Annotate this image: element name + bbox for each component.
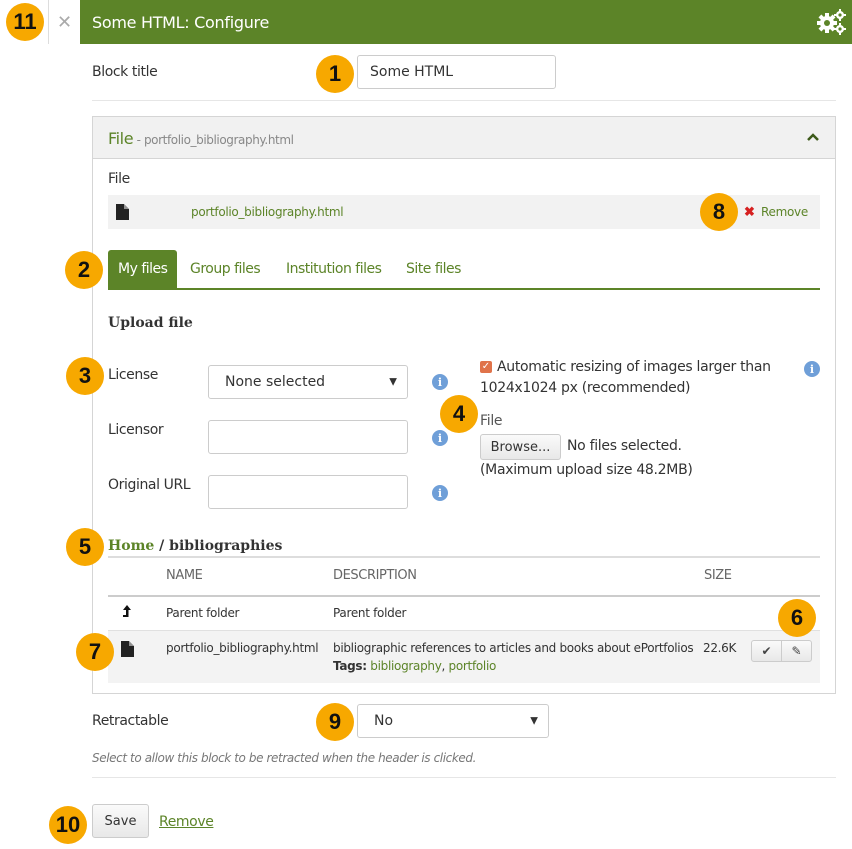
divider: [92, 100, 836, 101]
retractable-label: Retractable: [92, 713, 169, 729]
close-icon: ✕: [56, 11, 73, 33]
breadcrumb-current: bibliographies: [169, 538, 283, 554]
table-header-border: [108, 595, 820, 597]
tag-link[interactable]: bibliography: [370, 659, 442, 673]
tab-my-files[interactable]: My files: [108, 250, 178, 288]
file-panel-header[interactable]: File - portfolio_bibliography.html: [93, 117, 835, 159]
licensor-label: Licensor: [108, 422, 164, 438]
breadcrumb: Home / bibliographies: [108, 538, 283, 554]
file-panel-title: File - portfolio_bibliography.html: [108, 129, 294, 148]
dropdown-arrow-icon: ▼: [530, 715, 538, 727]
callout-badge-1: 1: [316, 55, 354, 93]
info-icon[interactable]: i: [432, 485, 448, 501]
chevron-up-icon[interactable]: [807, 129, 819, 145]
max-upload-size-text: (Maximum upload size 48.2MB): [480, 462, 693, 478]
close-button[interactable]: ✕: [48, 0, 80, 44]
callout-badge-5: 5: [66, 528, 104, 566]
selected-file-label: File: [108, 171, 130, 187]
callout-badge-8: 8: [700, 193, 738, 231]
column-header-description: DESCRIPTION: [333, 568, 417, 583]
file-panel-subtitle: - portfolio_bibliography.html: [133, 133, 294, 147]
tags-label: Tags:: [333, 659, 367, 673]
callout-badge-4: 4: [440, 395, 478, 433]
block-header: Some HTML: Configure: [80, 0, 852, 44]
callout-badge-11: 11: [6, 3, 44, 41]
divider: [92, 777, 836, 778]
licensor-input[interactable]: [208, 420, 408, 454]
remove-block-link[interactable]: Remove: [159, 814, 214, 830]
license-selected-value: None selected: [225, 374, 326, 390]
retractable-help-text: Select to allow this block to be retract…: [92, 751, 477, 765]
save-button[interactable]: Save: [92, 804, 149, 838]
remove-icon[interactable]: ✖: [744, 204, 755, 220]
resize-images-text: Automatic resizing of images larger than: [497, 359, 771, 375]
info-icon[interactable]: i: [804, 361, 820, 377]
parent-folder-link[interactable]: Parent folder: [166, 606, 239, 620]
selected-file-link[interactable]: portfolio_bibliography.html: [191, 205, 344, 219]
resize-images-text-2: 1024x1024 px (recommended): [480, 380, 691, 396]
file-actions: ✔ ✎: [751, 640, 812, 662]
parent-folder-description: Parent folder: [333, 606, 407, 620]
edit-button[interactable]: ✎: [781, 641, 811, 661]
callout-badge-9: 9: [316, 703, 354, 741]
check-icon: ✔: [761, 644, 772, 658]
file-name: portfolio_bibliography.html: [166, 641, 319, 655]
column-header-size: SIZE: [704, 568, 732, 583]
callout-badge-6: 6: [778, 599, 816, 637]
retractable-selected-value: No: [374, 713, 394, 729]
gears-icon[interactable]: [816, 8, 848, 36]
select-button[interactable]: ✔: [752, 641, 781, 661]
file-source-tabs: My files Group files Institution files S…: [108, 250, 820, 290]
block-header-title: Some HTML: Configure: [92, 12, 270, 32]
block-title-value: Some HTML: [370, 64, 454, 80]
resize-images-checkbox[interactable]: ✓: [480, 361, 492, 373]
original-url-label: Original URL: [108, 477, 191, 493]
column-header-name: NAME: [166, 568, 203, 583]
table-top-border: [108, 556, 820, 558]
callout-badge-10: 10: [49, 806, 87, 844]
block-title-input[interactable]: Some HTML: [357, 55, 556, 89]
upload-file-label: File: [480, 413, 503, 429]
remove-file-link[interactable]: Remove: [761, 205, 808, 219]
callout-badge-7: 7: [76, 633, 114, 671]
original-url-input[interactable]: [208, 475, 408, 509]
info-icon[interactable]: i: [432, 430, 448, 446]
breadcrumb-home-link[interactable]: Home: [108, 538, 154, 554]
tab-group-files[interactable]: Group files: [180, 250, 270, 288]
parent-folder-icon: [123, 605, 131, 617]
info-icon[interactable]: i: [432, 374, 448, 390]
file-description: bibliographic references to articles and…: [333, 641, 694, 655]
tab-institution-files[interactable]: Institution files: [276, 250, 391, 288]
dropdown-arrow-icon: ▼: [389, 376, 397, 388]
license-label: License: [108, 367, 158, 383]
pencil-icon: ✎: [791, 644, 802, 658]
file-tags: Tags: bibliography, portfolio: [333, 659, 497, 673]
retractable-select[interactable]: No ▼: [357, 704, 549, 738]
tag-link[interactable]: portfolio: [449, 659, 497, 673]
block-title-label: Block title: [92, 64, 158, 80]
upload-file-heading: Upload file: [108, 315, 193, 331]
callout-badge-2: 2: [65, 251, 103, 289]
file-icon: [116, 204, 129, 220]
callout-badge-3: 3: [66, 357, 104, 395]
no-files-selected-text: No files selected.: [567, 438, 682, 454]
file-size: 22.6K: [703, 641, 737, 655]
table-row[interactable]: [108, 631, 820, 683]
file-icon: [121, 641, 134, 657]
tab-site-files[interactable]: Site files: [396, 250, 471, 288]
license-select[interactable]: None selected ▼: [208, 365, 408, 399]
browse-button[interactable]: Browse...: [480, 434, 561, 460]
